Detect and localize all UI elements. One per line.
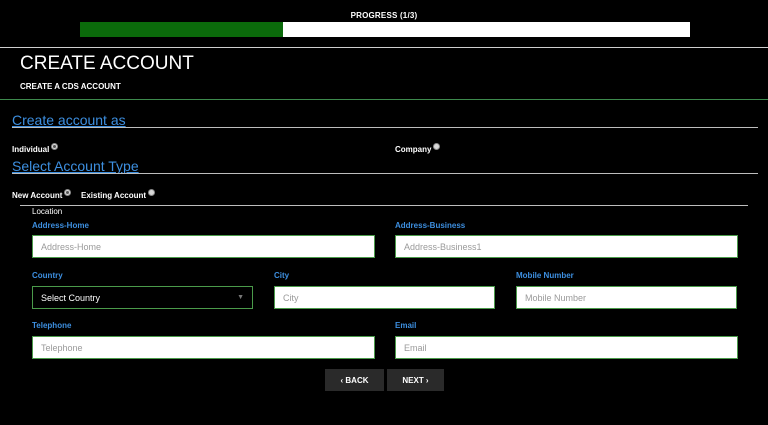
radio-existing-account-input[interactable] xyxy=(148,189,156,196)
next-button[interactable]: NEXT › xyxy=(387,369,444,391)
header-divider-bottom xyxy=(0,99,768,100)
email-input[interactable]: Email xyxy=(395,336,738,359)
telephone-label: Telephone xyxy=(32,321,72,330)
radio-individual-input[interactable] xyxy=(51,143,59,150)
chevron-down-icon: ▼ xyxy=(237,294,244,301)
radio-new-account-input[interactable] xyxy=(64,189,72,196)
create-as-heading: Create account as xyxy=(12,112,126,128)
city-label: City xyxy=(274,271,290,280)
radio-company-label: Company xyxy=(395,145,432,154)
email-label: Email xyxy=(395,321,417,330)
account-type-divider xyxy=(12,173,758,174)
telephone-input[interactable]: Telephone xyxy=(32,336,375,359)
radio-individual[interactable]: Individual xyxy=(12,143,59,154)
city-input[interactable]: City xyxy=(274,286,495,309)
address-business-input[interactable]: Address-Business1 xyxy=(395,235,738,258)
radio-company-input[interactable] xyxy=(433,143,441,150)
location-legend: Location xyxy=(32,207,63,216)
progress-label: PROGRESS (1/3) xyxy=(350,11,418,20)
location-divider xyxy=(20,205,748,206)
progress-bar-fill xyxy=(80,22,284,37)
mobile-number-label: Mobile Number xyxy=(516,271,574,280)
progress-bar xyxy=(80,22,690,37)
header-divider-top xyxy=(0,47,768,48)
country-label: Country xyxy=(32,271,63,280)
create-as-divider xyxy=(12,127,758,128)
mobile-number-input[interactable]: Mobile Number xyxy=(516,286,737,309)
page-subtitle: CREATE A CDS ACCOUNT xyxy=(20,82,121,91)
radio-company[interactable]: Company xyxy=(395,143,441,154)
country-select[interactable]: Select Country ▼ xyxy=(32,286,253,309)
address-home-label: Address-Home xyxy=(32,221,89,230)
radio-existing-account[interactable]: Existing Account xyxy=(81,189,156,200)
radio-individual-label: Individual xyxy=(12,145,50,154)
radio-existing-account-label: Existing Account xyxy=(81,191,147,200)
address-home-input[interactable]: Address-Home xyxy=(32,235,375,258)
radio-new-account[interactable]: New Account xyxy=(12,189,72,200)
page-title: CREATE ACCOUNT xyxy=(20,53,194,74)
account-type-heading: Select Account Type xyxy=(12,158,139,174)
back-button[interactable]: ‹ BACK xyxy=(325,369,384,391)
radio-new-account-label: New Account xyxy=(12,191,63,200)
country-select-value: Select Country xyxy=(41,292,101,303)
address-business-label: Address-Business xyxy=(395,221,466,230)
